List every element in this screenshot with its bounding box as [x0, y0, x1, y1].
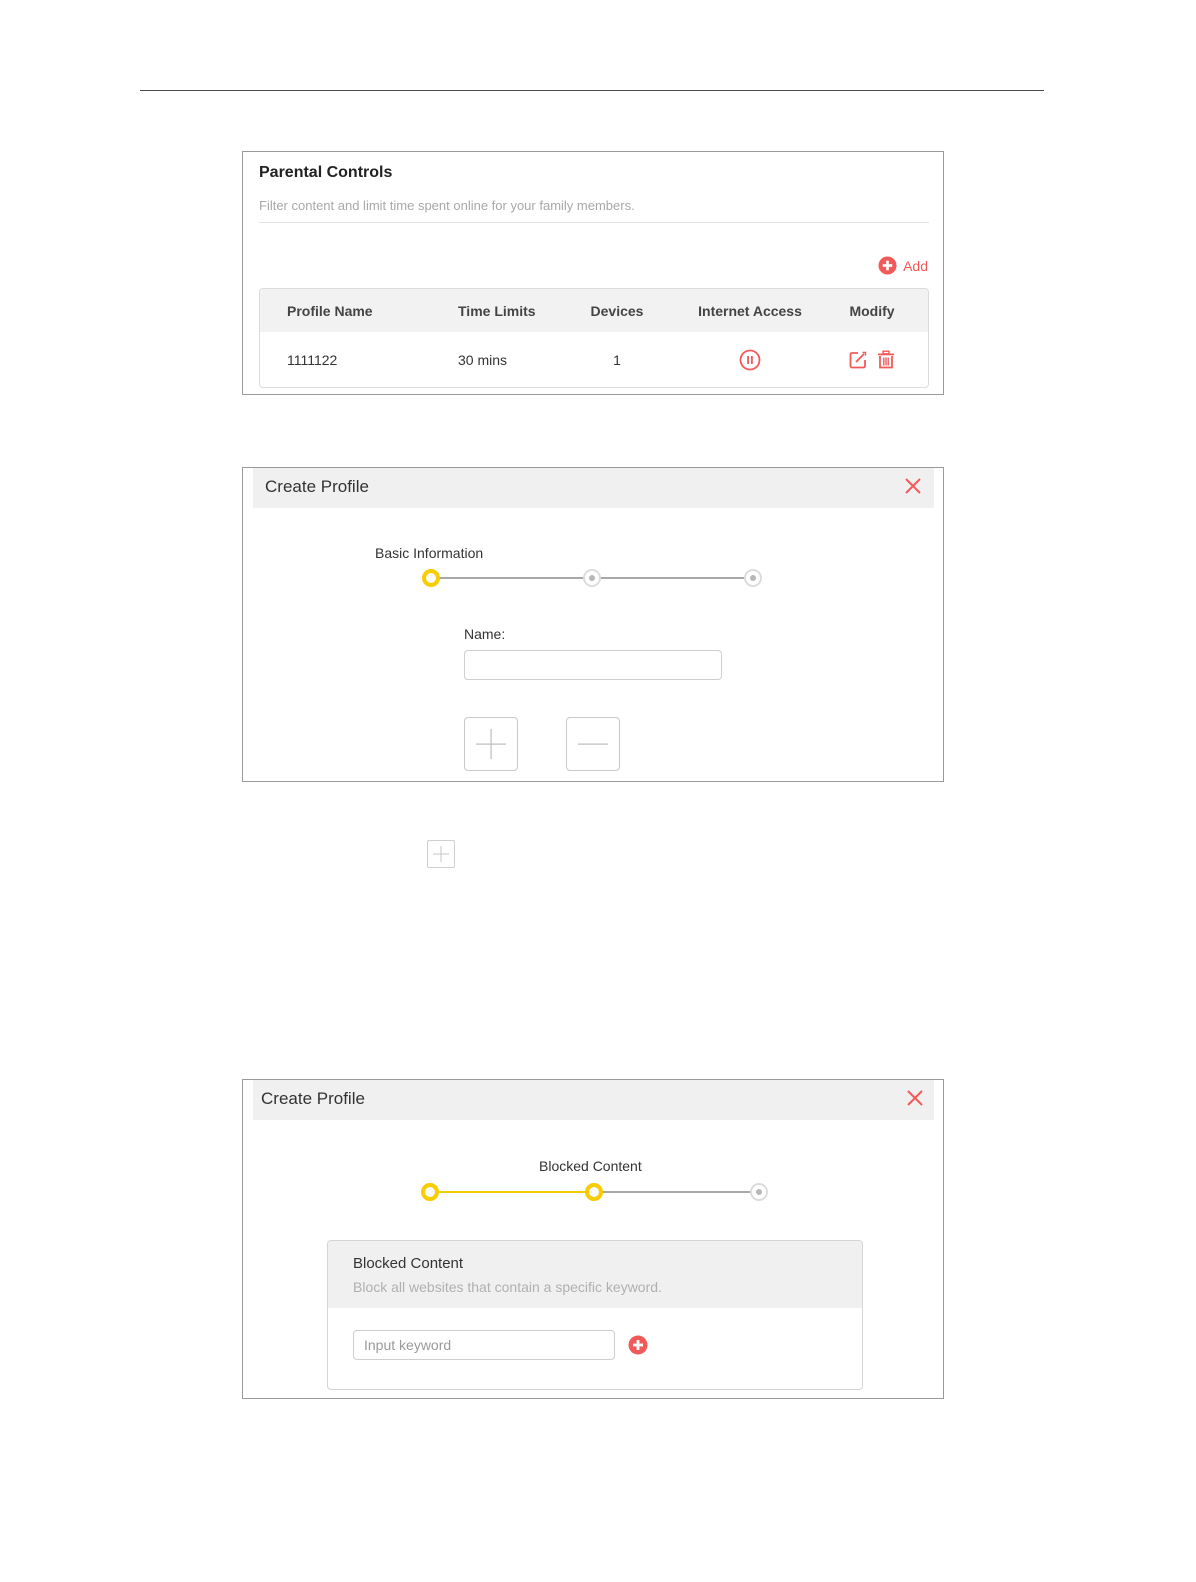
column-header-time-limits: Time Limits	[458, 302, 536, 319]
edit-icon[interactable]	[848, 350, 868, 370]
profile-table: Profile Name Time Limits Devices Interne…	[259, 288, 929, 388]
add-device-button[interactable]	[464, 717, 518, 771]
dialog-header: Create Profile	[253, 468, 934, 508]
blocked-content-section: Blocked Content Block all websites that …	[327, 1240, 863, 1390]
divider	[259, 222, 929, 223]
remove-device-button[interactable]	[566, 717, 620, 771]
dialog-header: Create Profile	[253, 1080, 934, 1120]
pause-circle-icon[interactable]	[739, 349, 761, 371]
create-profile-dialog-step1: Create Profile Basic Information Name:	[242, 467, 944, 782]
create-profile-dialog-step2: Create Profile Blocked Content Blocked C…	[242, 1079, 944, 1399]
step-label: Basic Information	[375, 545, 484, 561]
step-3-indicator	[744, 569, 762, 587]
step-2-indicator	[585, 1183, 603, 1201]
plus-circle-icon	[628, 1335, 648, 1355]
add-profile-button[interactable]: Add	[878, 256, 928, 275]
step-2-indicator	[583, 569, 601, 587]
page-subtitle: Filter content and limit time spent onli…	[259, 198, 635, 213]
add-profile-label: Add	[903, 257, 928, 274]
add-keyword-button[interactable]	[628, 1335, 648, 1355]
column-header-devices: Devices	[590, 302, 644, 319]
profile-name-cell: 1111122	[287, 351, 338, 368]
plus-icon	[432, 845, 450, 863]
plus-circle-icon	[878, 256, 897, 275]
column-header-internet-access: Internet Access	[698, 302, 802, 319]
page-title: Parental Controls	[259, 164, 393, 181]
time-limits-cell: 30 mins	[458, 351, 508, 368]
table-row: 1111122 30 mins 1	[260, 332, 928, 387]
blocked-content-header: Blocked Content Block all websites that …	[328, 1241, 862, 1308]
close-icon[interactable]	[904, 477, 922, 495]
name-input[interactable]	[464, 650, 722, 680]
top-rule	[140, 90, 1044, 91]
column-header-profile-name: Profile Name	[287, 302, 373, 319]
plus-icon	[475, 728, 507, 760]
blocked-content-title: Blocked Content	[353, 1255, 464, 1272]
trash-icon[interactable]	[876, 350, 896, 370]
parental-controls-panel: Parental Controls Filter content and lim…	[242, 151, 944, 395]
dialog-title: Create Profile	[261, 1089, 365, 1108]
blocked-content-description: Block all websites that contain a specif…	[353, 1279, 662, 1295]
step-1-indicator	[421, 1183, 439, 1201]
minus-icon	[577, 728, 609, 760]
step-track-completed	[439, 1191, 595, 1193]
devices-cell: 1	[613, 351, 621, 368]
internet-access-cell	[690, 332, 810, 387]
modify-cell	[842, 332, 902, 387]
keyword-input[interactable]	[353, 1330, 615, 1360]
dialog-title: Create Profile	[265, 477, 369, 496]
close-icon[interactable]	[906, 1089, 924, 1107]
inline-plus-button	[427, 840, 455, 868]
name-label: Name:	[464, 626, 506, 642]
table-header: Profile Name Time Limits Devices Interne…	[260, 289, 928, 332]
step-3-indicator	[750, 1183, 768, 1201]
step-1-indicator	[422, 569, 440, 587]
column-header-modify: Modify	[849, 302, 895, 319]
step-track	[595, 1191, 753, 1193]
step-label: Blocked Content	[539, 1158, 642, 1174]
